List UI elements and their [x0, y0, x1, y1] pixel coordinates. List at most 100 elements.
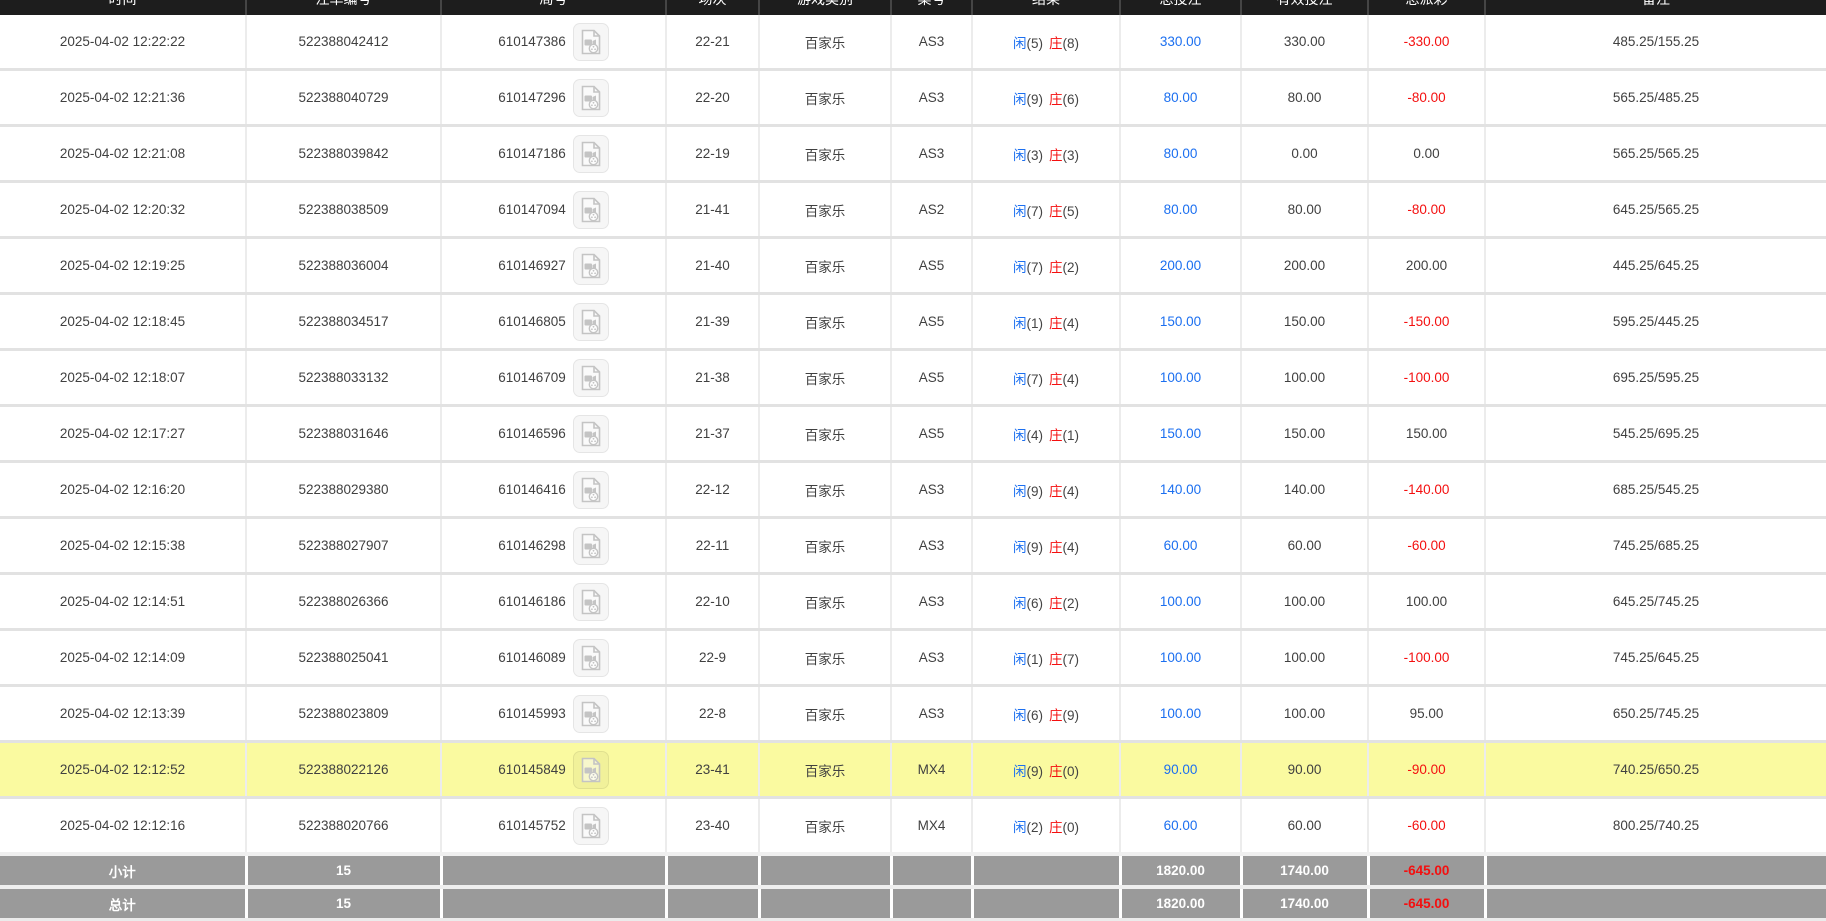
video-playback-button[interactable] — [573, 247, 609, 285]
grand-total-total-bet: 1820.00 — [1120, 887, 1241, 918]
session-cell: 22-19 — [666, 126, 759, 182]
records-table-wrapper: 时间 注单编号 局号 场次 游戏类别 桌号 结果 总投注 有效投注 总派彩 备注… — [0, 0, 1826, 918]
player-result-label: 闲 — [1013, 204, 1027, 219]
subtotal-payout: -645.00 — [1368, 854, 1485, 887]
video-playback-button[interactable] — [573, 583, 609, 621]
player-result-label: 闲 — [1013, 92, 1027, 107]
game-type-cell: 百家乐 — [759, 742, 891, 798]
round-id: 610147386 — [498, 34, 566, 49]
table-no-cell: AS3 — [891, 70, 972, 126]
result-cell: 闲(7)庄(2) — [972, 238, 1120, 294]
remark-cell: 545.25/695.25 — [1485, 406, 1826, 462]
banker-result-label: 庄 — [1049, 820, 1063, 835]
time-cell: 2025-04-02 12:13:39 — [0, 686, 246, 742]
player-result-points: (9) — [1027, 764, 1044, 779]
video-playback-button[interactable] — [573, 471, 609, 509]
video-playback-button[interactable] — [573, 303, 609, 341]
banker-result-label: 庄 — [1049, 652, 1063, 667]
time-cell: 2025-04-02 12:12:52 — [0, 742, 246, 798]
subtotal-count: 15 — [246, 854, 441, 887]
game-type-cell: 百家乐 — [759, 294, 891, 350]
result-cell: 闲(5) 庄(8) — [972, 15, 1120, 70]
video-playback-button[interactable] — [573, 751, 609, 789]
result-cell: 闲(4)庄(1) — [972, 406, 1120, 462]
col-header-total-bet: 总投注 — [1120, 0, 1241, 15]
banker-result-points: (1) — [1063, 428, 1080, 443]
total-bet-cell: 90.00 — [1120, 742, 1241, 798]
round-cell: 610146596 — [441, 406, 666, 462]
game-type-cell: 百家乐 — [759, 630, 891, 686]
col-header-session: 场次 — [666, 0, 759, 15]
player-result-label: 闲 — [1013, 148, 1027, 163]
time-cell: 2025-04-02 12:15:38 — [0, 518, 246, 574]
payout-cell: -60.00 — [1368, 518, 1485, 574]
video-file-icon — [580, 421, 602, 447]
round-id: 610146709 — [498, 370, 566, 385]
video-playback-button[interactable] — [573, 415, 609, 453]
table-row: 2025-04-02 12:19:25 522388036004 6101469… — [0, 238, 1826, 294]
video-playback-button[interactable] — [573, 807, 609, 845]
video-playback-button[interactable] — [573, 191, 609, 229]
round-id: 610146805 — [498, 314, 566, 329]
player-result-points: (1) — [1027, 316, 1044, 331]
player-result-points: (5) — [1027, 36, 1044, 51]
session-cell: 22-21 — [666, 15, 759, 70]
remark-cell: 445.25/645.25 — [1485, 238, 1826, 294]
video-file-icon — [580, 589, 602, 615]
result-cell: 闲(2)庄(0) — [972, 798, 1120, 855]
bet-id-cell: 522388029380 — [246, 462, 441, 518]
col-header-bet-id: 注单编号 — [246, 0, 441, 15]
banker-result-label: 庄 — [1049, 316, 1063, 331]
video-playback-button[interactable] — [573, 359, 609, 397]
payout-cell: -60.00 — [1368, 798, 1485, 855]
table-row: 2025-04-02 12:18:07 522388033132 6101467… — [0, 350, 1826, 406]
banker-result-label: 庄 — [1049, 148, 1063, 163]
video-file-icon — [580, 701, 602, 727]
round-cell: 610147094 — [441, 182, 666, 238]
banker-result-label: 庄 — [1049, 372, 1063, 387]
video-playback-button[interactable] — [573, 79, 609, 117]
player-result-points: (6) — [1027, 708, 1044, 723]
valid-bet-cell: 100.00 — [1241, 630, 1368, 686]
bet-id-cell: 522388036004 — [246, 238, 441, 294]
total-bet-cell: 100.00 — [1120, 574, 1241, 630]
video-playback-button[interactable] — [573, 135, 609, 173]
player-result-points: (7) — [1027, 260, 1044, 275]
col-header-table-no: 桌号 — [891, 0, 972, 15]
banker-result-points: (3) — [1063, 148, 1080, 163]
player-result-label: 闲 — [1013, 372, 1027, 387]
banker-result-points: (4) — [1063, 316, 1080, 331]
payout-cell: -100.00 — [1368, 630, 1485, 686]
video-playback-button[interactable] — [573, 695, 609, 733]
grand-total-payout: -645.00 — [1368, 887, 1485, 918]
time-cell: 2025-04-02 12:22:22 — [0, 15, 246, 70]
payout-cell: 0.00 — [1368, 126, 1485, 182]
remark-cell: 685.25/545.25 — [1485, 462, 1826, 518]
result-cell: 闲(6)庄(2) — [972, 574, 1120, 630]
table-no-cell: AS2 — [891, 182, 972, 238]
subtotal-label: 小计 — [0, 854, 246, 887]
game-type-cell: 百家乐 — [759, 462, 891, 518]
time-cell: 2025-04-02 12:12:16 — [0, 798, 246, 855]
banker-result-points: (0) — [1063, 820, 1080, 835]
round-id: 610145752 — [498, 818, 566, 833]
total-bet-cell: 100.00 — [1120, 630, 1241, 686]
grand-total-label: 总计 — [0, 887, 246, 918]
subtotal-row: 小计 15 1820.00 1740.00 -645.00 — [0, 854, 1826, 887]
video-file-icon — [580, 85, 602, 111]
player-result-label: 闲 — [1013, 36, 1027, 51]
banker-result-label: 庄 — [1049, 36, 1063, 51]
session-cell: 21-38 — [666, 350, 759, 406]
remark-cell: 650.25/745.25 — [1485, 686, 1826, 742]
banker-result-points: (8) — [1063, 36, 1080, 51]
table-no-cell: AS3 — [891, 686, 972, 742]
video-file-icon — [580, 757, 602, 783]
video-playback-button[interactable] — [573, 527, 609, 565]
bet-id-cell: 522388040729 — [246, 70, 441, 126]
video-playback-button[interactable] — [573, 23, 609, 61]
result-cell: 闲(6)庄(9) — [972, 686, 1120, 742]
player-result-label: 闲 — [1013, 316, 1027, 331]
video-file-icon — [580, 533, 602, 559]
banker-result-label: 庄 — [1049, 764, 1063, 779]
video-playback-button[interactable] — [573, 639, 609, 677]
